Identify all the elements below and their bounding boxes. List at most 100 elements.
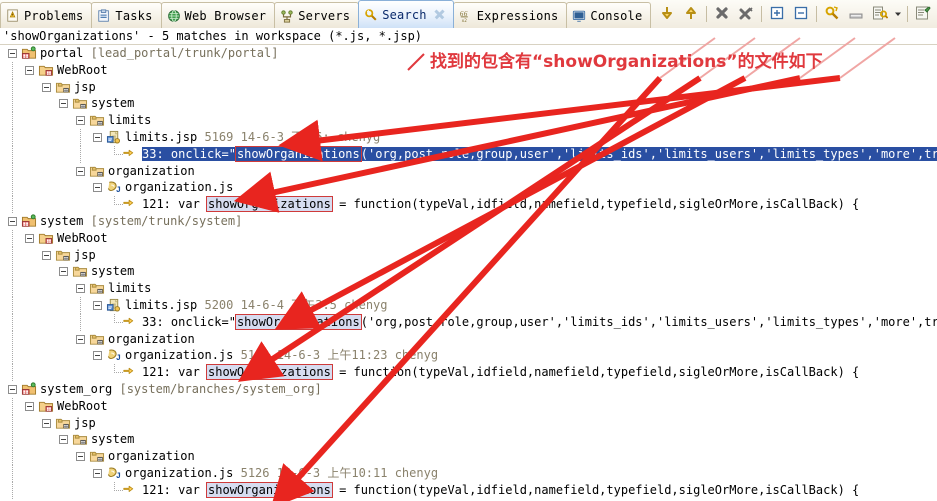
tab-web-browser[interactable]: Web Browser bbox=[160, 2, 276, 28]
previous-search-dropdown[interactable] bbox=[869, 3, 891, 25]
match-term: showOrganizations bbox=[206, 481, 333, 498]
tree-expander[interactable] bbox=[93, 469, 102, 478]
search-view-toolbar bbox=[655, 1, 935, 27]
tree-node-folder[interactable]: system bbox=[0, 263, 937, 281]
file-label: organization.js bbox=[125, 179, 233, 196]
tab-search[interactable]: Search bbox=[358, 0, 454, 28]
tree-node-folder[interactable]: jsp bbox=[0, 414, 937, 432]
tree-expander[interactable] bbox=[8, 49, 17, 58]
tree-expander[interactable] bbox=[42, 82, 51, 92]
folder-name: WebRoot bbox=[57, 62, 108, 77]
tree-node-project[interactable]: system_org [system/branches/system_org] bbox=[0, 381, 937, 398]
project-label: system_org [system/branches/system_org] bbox=[40, 381, 322, 398]
tree-node-match[interactable]: 33: onclick="showOrganizations('org,post… bbox=[0, 145, 937, 163]
tree-node-match[interactable]: 121: var showOrganizations = function(ty… bbox=[0, 481, 937, 499]
tree-expander[interactable] bbox=[25, 65, 34, 75]
match-line[interactable]: 33: onclick="showOrganizations('org,post… bbox=[142, 313, 937, 330]
tree-expander[interactable] bbox=[25, 401, 34, 411]
close-icon[interactable] bbox=[434, 9, 445, 20]
tree-node-folder[interactable]: WebRoot bbox=[0, 397, 937, 415]
folder-name: jsp bbox=[74, 247, 96, 262]
show-previous-match-button[interactable] bbox=[680, 3, 702, 25]
collapse-all-button[interactable] bbox=[790, 3, 812, 25]
folder-icon bbox=[89, 449, 105, 464]
tree-node-file[interactable]: Jorganization.js bbox=[0, 179, 937, 197]
tasks-icon bbox=[97, 8, 111, 23]
show-next-match-button[interactable] bbox=[656, 3, 678, 25]
tab-label: Search bbox=[382, 7, 427, 22]
tree-node-file[interactable]: Jorganization.js 5141 14-6-3 上午11:23 che… bbox=[0, 347, 937, 365]
tab-tasks[interactable]: Tasks bbox=[91, 2, 162, 28]
tab-expressions[interactable]: 6 6 x2 Expressions bbox=[452, 2, 568, 28]
tab-servers[interactable]: Servers bbox=[274, 2, 360, 28]
tree-expander[interactable] bbox=[76, 116, 85, 126]
match-suffix: ('org,post,role,group,user','limits_ids'… bbox=[360, 146, 937, 161]
cancel-current-search-button[interactable] bbox=[845, 3, 867, 25]
match-line[interactable]: 121: var showOrganizations = function(ty… bbox=[142, 196, 859, 213]
tree-expander[interactable] bbox=[25, 233, 34, 243]
tree-node-folder[interactable]: organization bbox=[0, 448, 937, 465]
tree-node-folder[interactable]: WebRoot bbox=[0, 229, 937, 247]
pin-search-view-button[interactable] bbox=[912, 3, 934, 25]
search-history-dropdown-arrow[interactable] bbox=[893, 3, 903, 25]
tree-node-folder[interactable]: limits bbox=[0, 112, 937, 129]
tree-expander[interactable] bbox=[93, 351, 102, 361]
tree-node-file[interactable]: limits.jsp 5200 14-6-4 下午3:5 chenyg bbox=[0, 297, 937, 314]
tree-expander[interactable] bbox=[59, 99, 68, 109]
folder-name: limits bbox=[108, 281, 152, 296]
tree-node-project[interactable]: portal [lead_portal/trunk/portal] bbox=[0, 45, 937, 62]
tree-node-file[interactable]: limits.jsp 5169 14-6-3 下午6: chenyg bbox=[0, 129, 937, 146]
tree-expander[interactable] bbox=[8, 385, 17, 394]
project-name: system_org bbox=[40, 382, 113, 396]
tree-expander[interactable] bbox=[93, 183, 102, 193]
tree-node-match[interactable]: 121: var showOrganizations = function(ty… bbox=[0, 364, 937, 381]
match-line-number: 121: bbox=[142, 482, 171, 497]
match-arrow-icon bbox=[123, 483, 139, 498]
folder-label: system bbox=[91, 431, 134, 448]
tree-expander[interactable] bbox=[59, 435, 68, 445]
match-line[interactable]: 121: var showOrganizations = function(ty… bbox=[142, 481, 859, 498]
tree-expander[interactable] bbox=[42, 418, 51, 428]
match-line[interactable]: 33: onclick="showOrganizations('org,post… bbox=[142, 145, 937, 162]
tree-node-folder[interactable]: WebRoot bbox=[0, 61, 937, 79]
tab-label: Expressions bbox=[476, 8, 559, 23]
match-label: 33: onclick="showOrganizations('org,post… bbox=[142, 313, 937, 331]
tree-node-folder[interactable]: organization bbox=[0, 162, 937, 180]
run-current-search-again-button[interactable] bbox=[821, 3, 843, 25]
tree-expander[interactable] bbox=[76, 452, 85, 462]
search-result-tree[interactable]: portal [lead_portal/trunk/portal] WebRoot… bbox=[0, 45, 937, 501]
tree-node-match[interactable]: 121: var showOrganizations = function(ty… bbox=[0, 196, 937, 213]
tree-expander[interactable] bbox=[42, 250, 51, 260]
remove-selected-matches-button[interactable] bbox=[711, 3, 733, 25]
tree-node-folder[interactable]: jsp bbox=[0, 78, 937, 96]
tree-node-project[interactable]: system [system/trunk/system] bbox=[0, 213, 937, 230]
tree-node-folder[interactable]: system bbox=[0, 95, 937, 113]
tab-console[interactable]: Console bbox=[566, 2, 652, 28]
match-prefix: onclick=" bbox=[163, 146, 236, 161]
tree-node-folder[interactable]: limits bbox=[0, 280, 937, 297]
tree-expander[interactable] bbox=[93, 301, 102, 310]
folder-icon bbox=[55, 80, 71, 95]
folder-name: organization bbox=[108, 449, 195, 464]
tree-expander[interactable] bbox=[76, 284, 85, 294]
remove-all-matches-button[interactable] bbox=[735, 3, 757, 25]
arrow-down-icon bbox=[659, 5, 675, 24]
file-name: limits.jsp bbox=[125, 298, 198, 312]
tree-node-folder[interactable]: jsp bbox=[0, 246, 937, 264]
tree-expander[interactable] bbox=[59, 267, 68, 277]
match-label: 33: onclick="showOrganizations('org,post… bbox=[142, 145, 937, 163]
tree-expander[interactable] bbox=[76, 334, 85, 344]
tree-expander[interactable] bbox=[93, 133, 102, 142]
tree-expander[interactable] bbox=[76, 166, 85, 176]
tree-node-file[interactable]: Jorganization.js 5126 14-6-3 上午10:11 che… bbox=[0, 465, 937, 482]
folder-label: WebRoot bbox=[57, 398, 108, 415]
tree-node-folder[interactable]: organization bbox=[0, 330, 937, 348]
match-suffix: = function(typeVal,idfield,namefield,typ… bbox=[331, 365, 860, 380]
match-line[interactable]: 121: var showOrganizations = function(ty… bbox=[142, 364, 860, 381]
tree-node-match[interactable]: 33: onclick="showOrganizations('org,post… bbox=[0, 313, 937, 331]
tree-expander[interactable] bbox=[8, 217, 17, 226]
expand-all-button[interactable] bbox=[766, 3, 788, 25]
tab-problems[interactable]: Problems bbox=[0, 2, 93, 28]
project-name: portal bbox=[40, 46, 84, 60]
tree-node-folder[interactable]: system bbox=[0, 431, 937, 449]
